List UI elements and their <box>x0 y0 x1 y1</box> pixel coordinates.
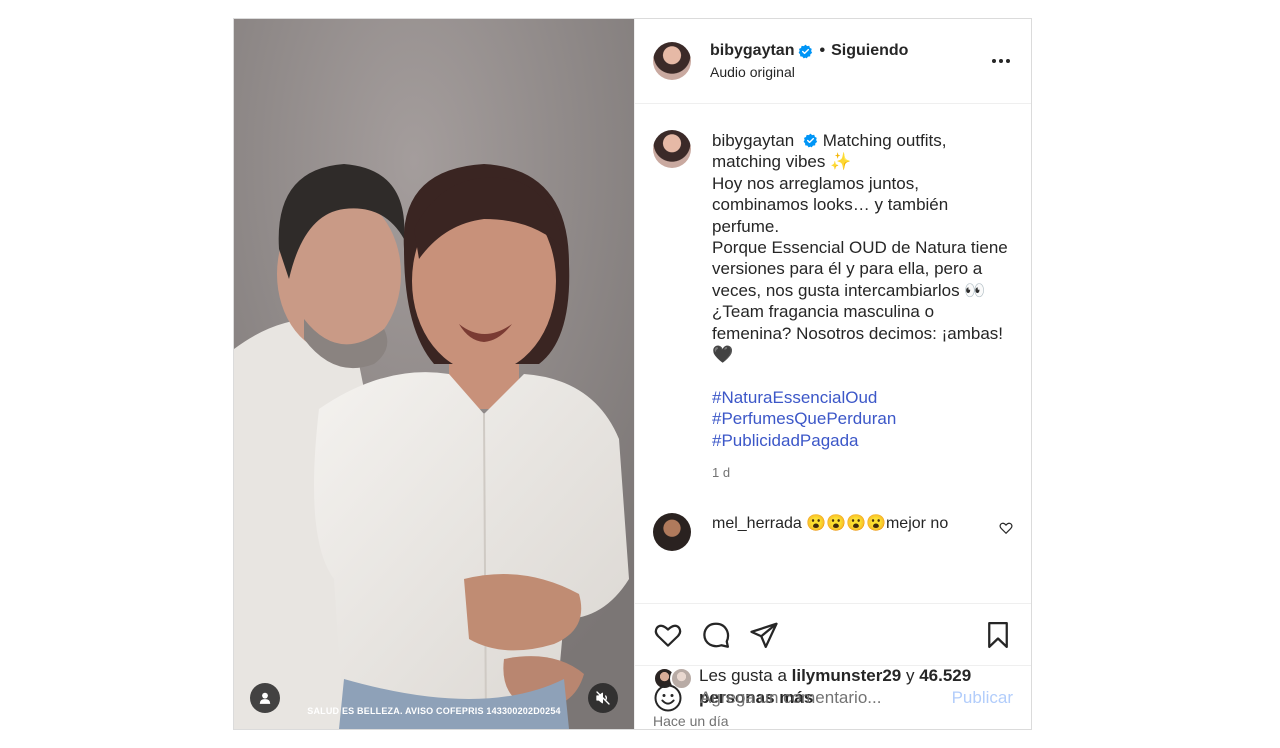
post-header: bibygaytan • Siguiendo Audio original <box>635 19 1031 104</box>
comment-body: mel_herrada 😮😮😮😮mejor no <box>712 513 999 533</box>
audio-link[interactable]: Audio original <box>710 64 989 80</box>
following-button[interactable]: Siguiendo <box>831 42 908 60</box>
header-line: bibygaytan • Siguiendo <box>710 42 989 60</box>
caption-username[interactable]: bibygaytan <box>712 131 794 150</box>
muted-speaker-icon <box>596 691 610 705</box>
username-link[interactable]: bibygaytan <box>710 42 794 60</box>
caption-line: ¿Team fragancia masculina o femenina? No… <box>712 302 1004 365</box>
comment-input[interactable]: Agrega un comentario... <box>700 688 952 708</box>
user-tag-icon <box>259 692 271 704</box>
hashtag-link[interactable]: #PerfumesQuePerduran <box>712 408 1012 429</box>
comment-username[interactable]: mel_herrada <box>712 515 802 532</box>
post-info-panel: bibygaytan • Siguiendo Audio original bi… <box>634 19 1031 729</box>
send-icon <box>750 622 778 648</box>
caption-line: Hoy nos arreglamos juntos, combinamos lo… <box>712 173 949 236</box>
post-card: SALUD ES BELLEZA. AVISO COFEPRIS 1433002… <box>233 18 1032 730</box>
comments-scroll[interactable]: bibygaytan Matching outfits, matching vi… <box>635 104 1031 603</box>
caption-comment: bibygaytan Matching outfits, matching vi… <box>653 130 1013 483</box>
caption-line: Porque Essencial OUD de Natura tiene ver… <box>712 238 1008 300</box>
comment-row: mel_herrada 😮😮😮😮mejor no <box>653 513 1013 552</box>
comment-text: 😮😮😮😮mejor no <box>806 515 949 533</box>
verified-badge-icon <box>799 44 813 58</box>
action-bar <box>635 603 1031 665</box>
more-options-icon <box>992 59 1010 63</box>
share-button[interactable] <box>749 620 779 650</box>
hashtag-link[interactable]: #PublicidadPagada <box>712 430 1012 451</box>
save-button[interactable] <box>983 620 1013 650</box>
heart-icon <box>654 624 682 647</box>
post-photo <box>234 19 634 729</box>
publish-button[interactable]: Publicar <box>952 688 1013 708</box>
bookmark-icon <box>988 621 1008 648</box>
avatar[interactable] <box>653 42 691 80</box>
comment-icon <box>703 622 730 648</box>
media-disclaimer: SALUD ES BELLEZA. AVISO COFEPRIS 1433002… <box>307 706 561 716</box>
emoji-icon <box>654 684 682 711</box>
mute-toggle-button[interactable] <box>588 683 618 713</box>
emoji-picker-button[interactable] <box>653 683 683 713</box>
avatar[interactable] <box>653 130 691 168</box>
comment-like-icon[interactable] <box>999 521 1013 535</box>
like-button[interactable] <box>653 620 683 650</box>
add-comment-bar: Agrega un comentario... Publicar <box>635 665 1031 729</box>
caption-body: bibygaytan Matching outfits, matching vi… <box>712 130 1012 483</box>
separator-dot: • <box>819 42 826 59</box>
post-media[interactable]: SALUD ES BELLEZA. AVISO COFEPRIS 1433002… <box>234 19 634 729</box>
verified-badge-icon <box>803 133 818 148</box>
more-options-button[interactable] <box>989 49 1013 73</box>
comment-button[interactable] <box>701 620 731 650</box>
avatar[interactable] <box>653 513 691 552</box>
hashtag-link[interactable]: #NaturaEssencialOud <box>712 387 1012 408</box>
caption-age: 1 d <box>712 465 731 481</box>
header-meta: bibygaytan • Siguiendo Audio original <box>710 42 989 80</box>
